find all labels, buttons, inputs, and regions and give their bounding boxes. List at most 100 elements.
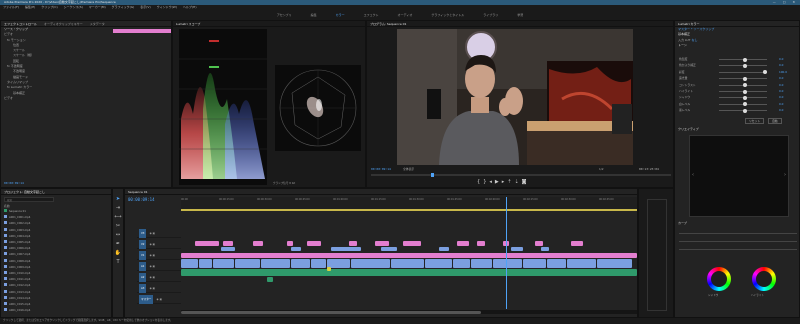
project-list-item[interactable]: A001_C002.mp4 bbox=[1, 221, 111, 227]
workspace-edit[interactable]: 編集 bbox=[311, 13, 317, 17]
overlay-clip[interactable] bbox=[439, 247, 449, 251]
lumetri-auto-button[interactable]: 自動 bbox=[768, 118, 782, 124]
video-clip[interactable] bbox=[597, 259, 632, 268]
lumetri-slider-value[interactable]: 0.0 bbox=[779, 89, 783, 94]
tab-lumetri-scopes[interactable]: Lumetri スコープ bbox=[176, 22, 201, 26]
menu-edit[interactable]: 編集(E) bbox=[25, 5, 35, 9]
scopes-bottom-controls[interactable]: クランプ信号 8 bit bbox=[273, 181, 295, 185]
lumetri-slider-knob[interactable] bbox=[743, 57, 747, 62]
menu-graphic[interactable]: グラフィック(G) bbox=[112, 5, 135, 9]
project-list-item[interactable]: A001_C007.mp4 bbox=[1, 252, 111, 258]
title-clip[interactable] bbox=[403, 241, 421, 246]
project-search-field[interactable] bbox=[5, 199, 53, 202]
program-quality-dropdown[interactable]: 1/2 bbox=[599, 167, 604, 171]
menu-help[interactable]: ヘルプ(H) bbox=[183, 5, 197, 9]
track-header[interactable]: V1 ◉ ▣ bbox=[137, 251, 181, 260]
video-clip[interactable] bbox=[261, 259, 290, 268]
play-icon[interactable]: ▶ bbox=[495, 179, 502, 185]
track-header[interactable]: A1 ◉ ▣ bbox=[137, 262, 181, 271]
track-header[interactable]: V3 ◉ ▣ bbox=[137, 229, 181, 238]
track-label[interactable]: A2 bbox=[139, 273, 147, 282]
project-column-name[interactable]: 名前 bbox=[4, 204, 10, 208]
lumetri-slider-track[interactable] bbox=[719, 89, 767, 94]
lumetri-slider-track[interactable] bbox=[719, 108, 767, 113]
extract-icon[interactable]: ⇣ bbox=[514, 179, 521, 185]
title-clip[interactable] bbox=[477, 241, 485, 246]
workspace-learn[interactable]: 学習 bbox=[517, 13, 523, 17]
title-clip[interactable] bbox=[253, 241, 263, 246]
project-list-item[interactable]: A001_C006.mp4 bbox=[1, 246, 111, 252]
lumetri-slider-track[interactable] bbox=[719, 102, 767, 107]
overlay-clip[interactable] bbox=[381, 247, 397, 251]
tab-metadata[interactable]: メタデータ bbox=[90, 22, 105, 26]
track-label[interactable]: A1 bbox=[139, 262, 147, 271]
track-toggle-icon[interactable]: ◉ ▣ bbox=[149, 276, 155, 279]
menu-file[interactable]: ファイル(F) bbox=[3, 5, 19, 9]
track-toggle-icon[interactable]: ◉ ▣ bbox=[149, 232, 155, 235]
video-clip[interactable] bbox=[567, 259, 596, 268]
lumetri-slider-knob[interactable] bbox=[743, 83, 747, 88]
overlay-clip[interactable] bbox=[541, 247, 549, 251]
track-toggle-icon[interactable]: ◉ ▣ bbox=[149, 254, 155, 257]
program-scrubber[interactable] bbox=[371, 173, 671, 177]
track-label[interactable]: V2 bbox=[139, 240, 147, 249]
lumetri-slider-value[interactable]: 0.0 bbox=[779, 108, 783, 113]
project-list-item[interactable]: A001_C010.mp4 bbox=[1, 271, 111, 277]
timeline-scroll-thumb[interactable] bbox=[181, 310, 481, 314]
lumetri-slider-value[interactable]: 100.0 bbox=[779, 70, 787, 75]
video-clip[interactable] bbox=[199, 259, 212, 268]
lumetri-slider-value[interactable]: 0.0 bbox=[779, 83, 783, 88]
program-fit-dropdown[interactable]: 全体表示 bbox=[403, 167, 414, 171]
project-list-item[interactable]: A001_C012.mp4 bbox=[1, 283, 111, 289]
timeline-scrollbar[interactable] bbox=[181, 310, 637, 314]
lumetri-slider-knob[interactable] bbox=[743, 102, 747, 107]
program-video-frame[interactable] bbox=[397, 29, 633, 165]
type-tool-icon[interactable]: T bbox=[113, 258, 123, 267]
workspace-effects[interactable]: エフェクト bbox=[364, 13, 379, 17]
lumetri-slider-knob[interactable] bbox=[763, 70, 767, 75]
lumetri-slider-track[interactable] bbox=[719, 83, 767, 88]
lumetri-slider-track[interactable] bbox=[719, 95, 767, 100]
workspace-color[interactable]: カラー bbox=[336, 13, 345, 17]
video-clip[interactable] bbox=[523, 259, 546, 268]
workspace-libraries[interactable]: ライブラリ bbox=[483, 13, 498, 17]
lumetri-slider-track[interactable] bbox=[719, 76, 767, 81]
project-list-item[interactable]: A001_C005.mp4 bbox=[1, 240, 111, 246]
title-clip[interactable] bbox=[223, 241, 233, 246]
workspace-graphics[interactable]: グラフィックとタイトル bbox=[431, 13, 464, 17]
video-clip[interactable] bbox=[351, 259, 390, 268]
lumetri-slider-track[interactable] bbox=[719, 57, 767, 62]
title-clip[interactable] bbox=[287, 241, 293, 246]
lumetri-slider-knob[interactable] bbox=[743, 63, 747, 68]
track-toggle-icon[interactable]: ◉ ▣ bbox=[149, 265, 155, 268]
project-list-item[interactable]: A001_C004.mp4 bbox=[1, 233, 111, 240]
track-label[interactable]: V1 bbox=[139, 251, 147, 260]
tab-audio-clip-mixer[interactable]: オーディオクリップミキサー bbox=[44, 22, 83, 26]
overlay-clip[interactable] bbox=[291, 247, 301, 251]
tab-project[interactable]: プロジェクト: 自動文字起こし bbox=[4, 190, 45, 194]
marker-clip[interactable] bbox=[327, 267, 331, 271]
menu-window[interactable]: ウィンドウ(W) bbox=[157, 5, 177, 9]
ripple-edit-tool-icon[interactable]: ⟷ bbox=[113, 213, 123, 222]
lumetri-slider-value[interactable]: 0.0 bbox=[779, 102, 783, 107]
track-toggle-icon[interactable]: ◉ ▣ bbox=[149, 243, 155, 246]
hand-tool-icon[interactable]: ✋ bbox=[113, 249, 123, 258]
timeline-timecode[interactable]: 00:00:09:14 bbox=[128, 197, 155, 202]
lumetri-slider-track[interactable] bbox=[719, 70, 767, 75]
menu-clip[interactable]: クリップ(C) bbox=[41, 5, 57, 9]
effect-controls-timecode[interactable]: 00:00:09:14 bbox=[4, 181, 24, 185]
title-clip[interactable] bbox=[375, 241, 389, 246]
workspace-assembly[interactable]: アセンブリ bbox=[277, 13, 292, 17]
audio-clip-small[interactable] bbox=[267, 277, 273, 282]
video-clip[interactable] bbox=[547, 259, 566, 268]
project-list-item[interactable]: A001_C001.mp4 bbox=[1, 215, 111, 221]
workspace-audio[interactable]: オーディオ bbox=[398, 13, 413, 17]
creative-look-preview[interactable]: ‹ › bbox=[689, 135, 789, 217]
title-clip[interactable] bbox=[571, 241, 583, 246]
project-list-item[interactable]: A001_C015.mp4 bbox=[1, 302, 111, 308]
lumetri-slider-value[interactable]: 0.0 bbox=[779, 95, 783, 100]
shadow-color-wheel[interactable] bbox=[707, 267, 731, 291]
track-label[interactable]: マスター bbox=[139, 295, 154, 304]
adjustment-layer-clip[interactable] bbox=[181, 253, 637, 258]
project-list-item[interactable]: A001_C013.mp4 bbox=[1, 289, 111, 296]
